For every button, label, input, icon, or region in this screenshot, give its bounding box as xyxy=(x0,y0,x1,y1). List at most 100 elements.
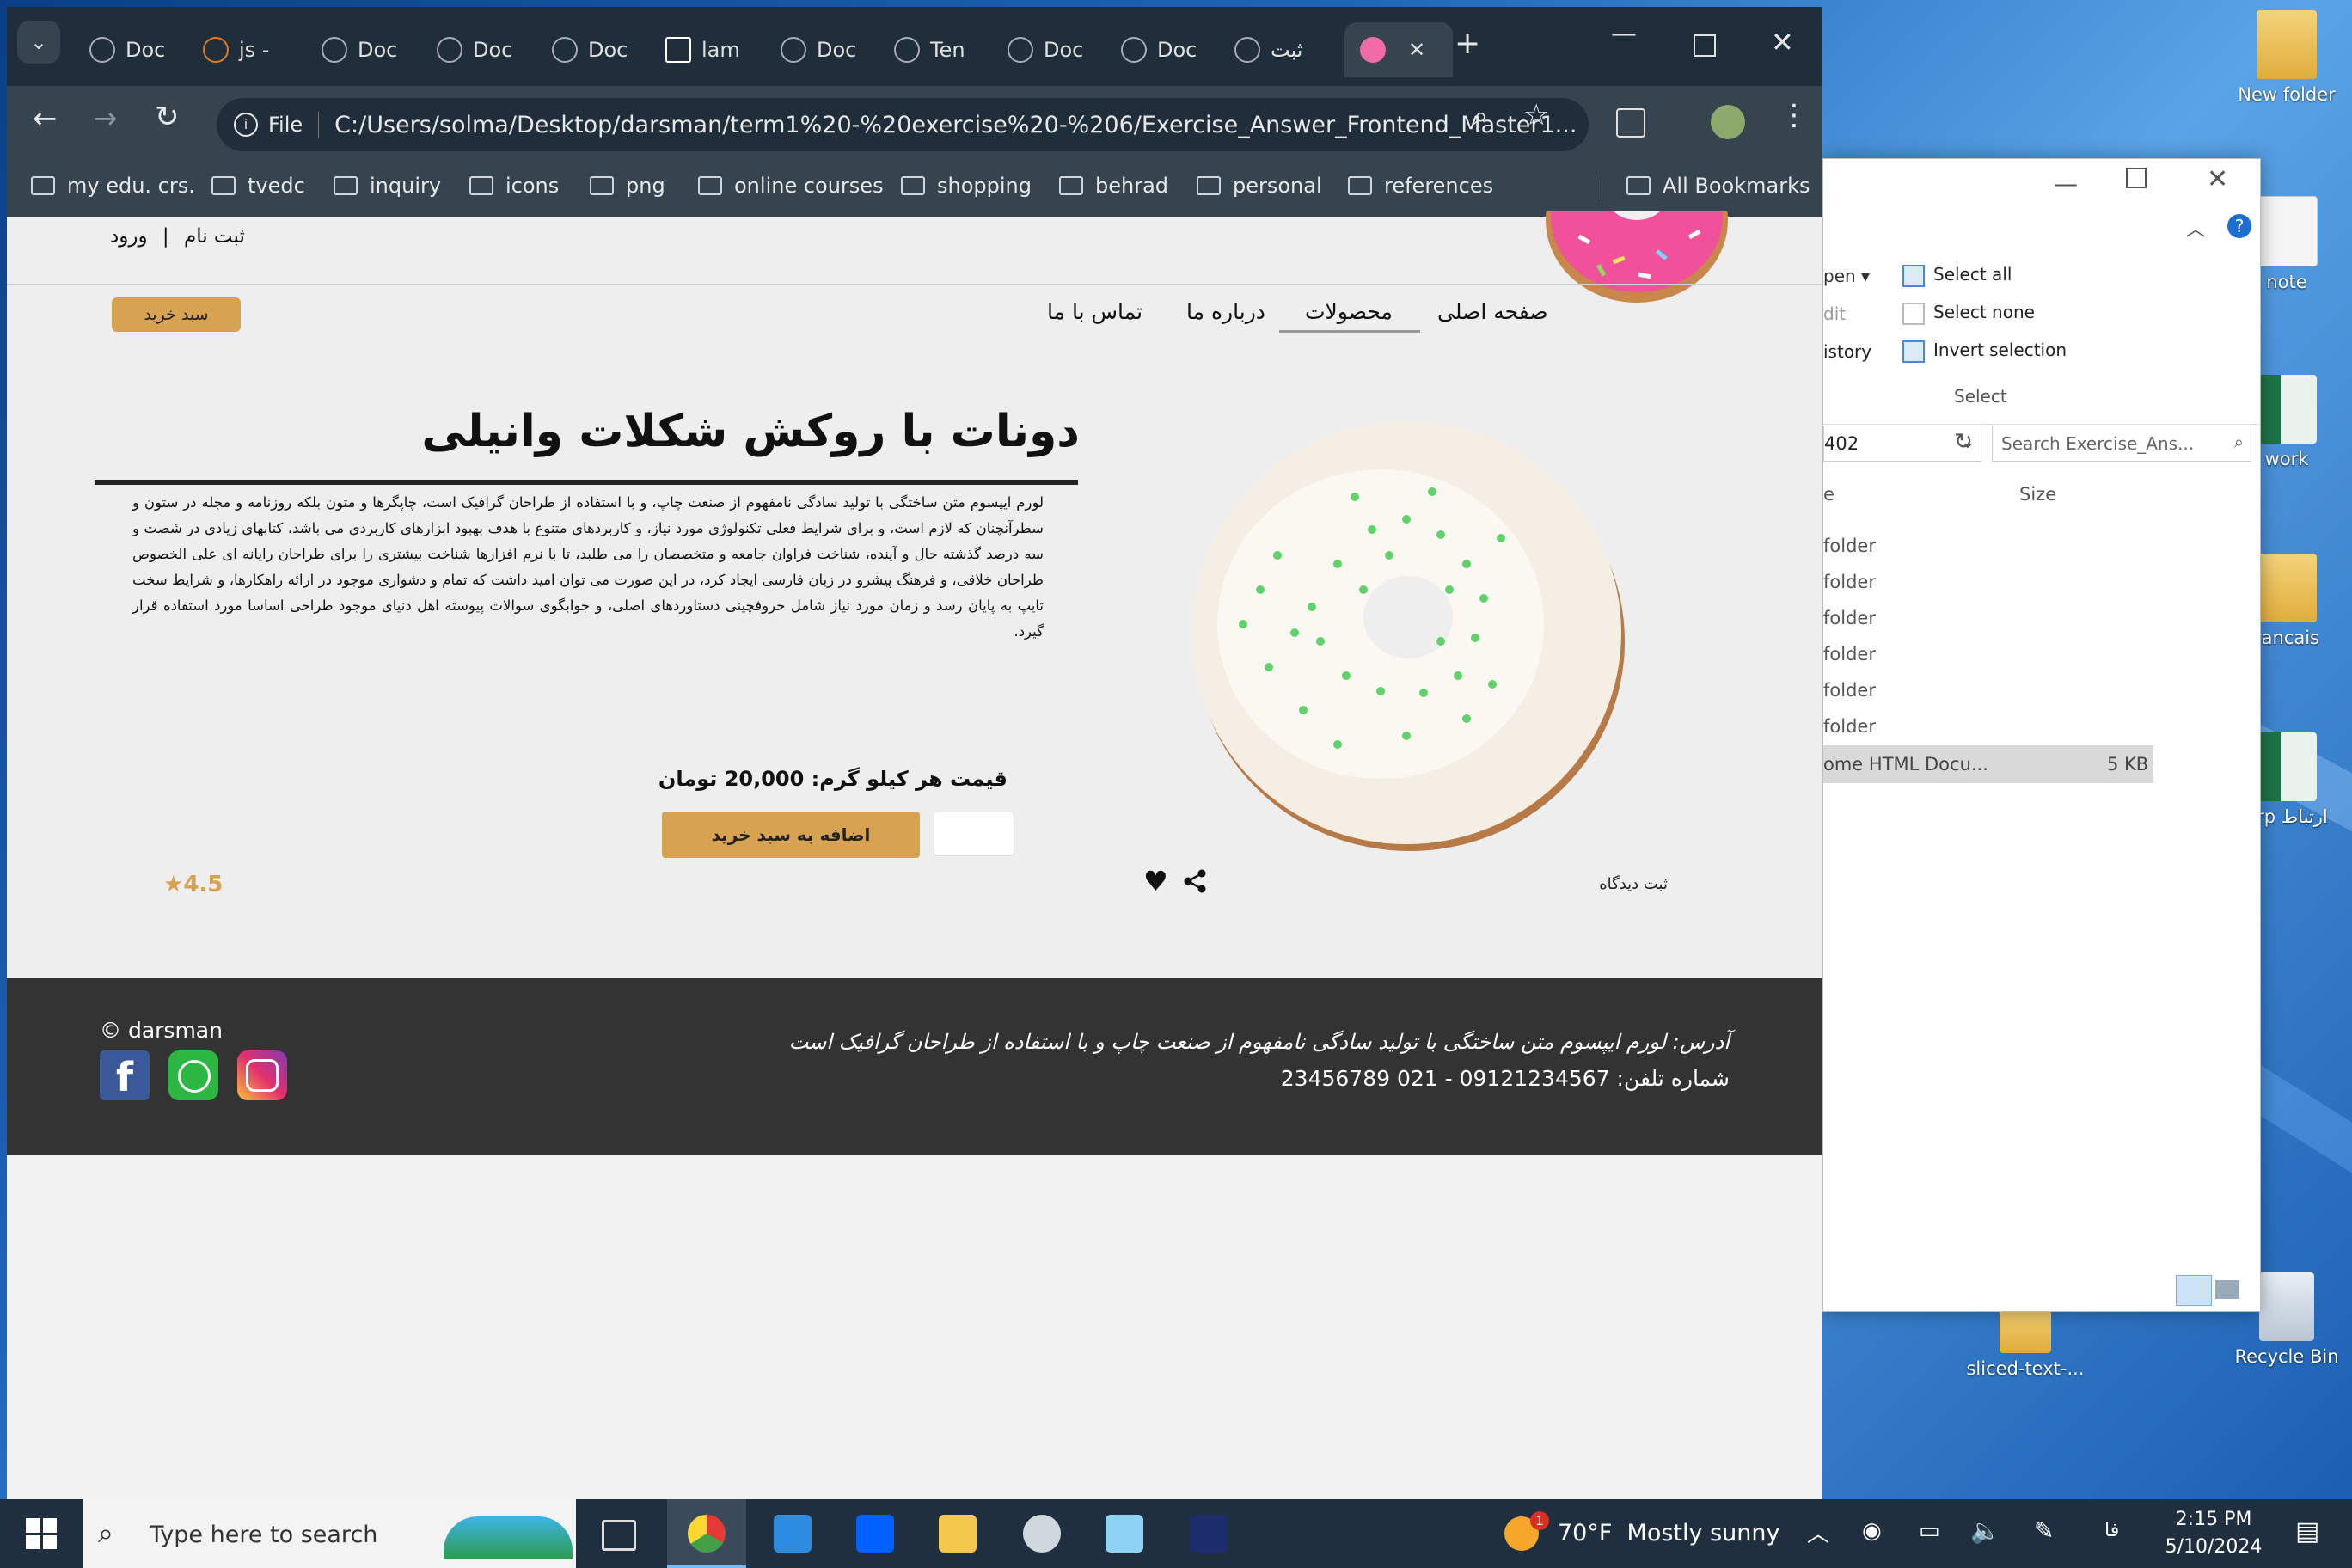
bookmark-star-icon[interactable]: ☆ xyxy=(1523,98,1549,132)
tab-item[interactable]: Doc xyxy=(89,22,165,77)
maximize-icon[interactable] xyxy=(2126,168,2147,188)
new-tab-icon[interactable]: + xyxy=(1455,26,1480,61)
pdf-pro-icon[interactable] xyxy=(1190,1515,1228,1553)
tab-item[interactable]: Doc xyxy=(322,22,397,77)
facebook-icon[interactable]: f xyxy=(100,1050,150,1100)
add-to-cart-button[interactable]: اضافه به سبد خرید xyxy=(662,812,920,858)
donut-logo[interactable] xyxy=(1544,211,1730,306)
whatsapp-icon[interactable] xyxy=(168,1050,218,1100)
collapse-ribbon-icon[interactable]: ︿ xyxy=(2186,214,2205,242)
info-icon[interactable]: i xyxy=(234,113,258,137)
tab-item[interactable]: Ten xyxy=(894,22,965,77)
forward-icon[interactable]: → xyxy=(93,101,118,136)
nav-about[interactable]: درباره ما xyxy=(1186,299,1265,324)
reload-icon[interactable]: ↻ xyxy=(155,100,180,134)
tab-item[interactable]: Doc xyxy=(437,22,512,77)
bookmark-item[interactable]: references xyxy=(1348,174,1493,198)
desktop-icon-new-folder[interactable]: New folder xyxy=(2226,10,2347,105)
tab-item[interactable]: Doc xyxy=(552,22,628,77)
all-bookmarks[interactable]: All Bookmarks xyxy=(1626,174,1810,198)
tab-item[interactable]: ثبت xyxy=(1234,22,1303,77)
bookmark-item[interactable]: icons xyxy=(469,174,559,198)
bookmark-item[interactable]: inquiry xyxy=(334,174,441,198)
address-bar[interactable]: i File C:/Users/solma/Desktop/darsman/te… xyxy=(217,98,1589,151)
taskbar-chrome[interactable] xyxy=(667,1499,746,1568)
register-link[interactable]: ثبت نام xyxy=(184,225,245,248)
weather-text[interactable]: 70°F Mostly sunny xyxy=(1558,1520,1779,1547)
bookmark-item[interactable]: my edu. crs. xyxy=(31,174,195,198)
notepad-icon[interactable] xyxy=(1106,1515,1143,1553)
notifications-icon[interactable]: ▤ xyxy=(2295,1516,2319,1547)
volume-icon[interactable]: 🔈 xyxy=(1970,1516,2000,1545)
minimize-icon[interactable]: — xyxy=(1611,19,1637,49)
share-icon[interactable] xyxy=(1183,868,1209,894)
tab-item-active[interactable]: ✕ xyxy=(1344,22,1453,77)
selected-file-row[interactable]: ome HTML Docu... 5 KB xyxy=(1823,745,2153,783)
desktop-icon-sliced-text[interactable]: sliced-text-... xyxy=(1965,1302,2086,1379)
menu-kebab-icon[interactable]: ⋮ xyxy=(1779,98,1809,132)
refresh-icon[interactable]: ↻ xyxy=(1954,429,1973,455)
avatar[interactable] xyxy=(1711,105,1745,139)
ribbon-history[interactable]: istory xyxy=(1823,341,1871,362)
task-view-icon[interactable] xyxy=(602,1520,636,1551)
battery-icon[interactable]: ▭ xyxy=(1919,1518,1940,1544)
start-button[interactable] xyxy=(26,1518,57,1549)
search-input[interactable]: Search Exercise_Ans... ⌕ xyxy=(1992,426,2251,462)
maximize-icon[interactable] xyxy=(1694,34,1716,57)
clock[interactable]: 2:15 PM 5/10/2024 xyxy=(2149,1506,2278,1561)
tab-close-icon[interactable]: ✕ xyxy=(1408,38,1425,62)
tab-item[interactable]: Doc xyxy=(1121,22,1197,77)
login-link[interactable]: ورود xyxy=(110,225,148,248)
tab-item[interactable]: Doc xyxy=(781,22,856,77)
camera-icon[interactable]: ◉ xyxy=(1862,1518,1882,1544)
nav-products[interactable]: محصولات xyxy=(1305,299,1393,324)
add-comment-link[interactable]: ثبت دیدگاه xyxy=(1599,875,1668,893)
zoom-icon[interactable]: ⌕ xyxy=(1473,101,1488,132)
invert-selection-button[interactable]: Invert selection xyxy=(1902,340,2067,363)
thumbnail-view-icon[interactable] xyxy=(2215,1280,2239,1299)
tab-search-icon[interactable]: ⌄ xyxy=(17,21,60,64)
nav-contact[interactable]: تماس با ما xyxy=(1047,299,1142,324)
list-item[interactable]: folder xyxy=(1823,716,1876,737)
bookmark-item[interactable]: behrad xyxy=(1059,174,1168,198)
close-icon[interactable]: ✕ xyxy=(1771,26,1794,58)
list-item[interactable]: folder xyxy=(1823,536,1876,556)
taskbar-search-input[interactable]: ⌕ Type here to search xyxy=(83,1499,576,1568)
help-icon[interactable]: ? xyxy=(2227,214,2251,238)
bookmark-item[interactable]: shopping xyxy=(901,174,1032,198)
list-item[interactable]: folder xyxy=(1823,608,1876,628)
column-size-header[interactable]: Size xyxy=(2019,484,2056,505)
ribbon-edit[interactable]: dit xyxy=(1823,303,1846,324)
close-icon[interactable]: ✕ xyxy=(2207,164,2228,194)
list-item[interactable]: folder xyxy=(1823,572,1876,592)
heart-icon[interactable]: ♥ xyxy=(1143,865,1168,897)
file-explorer-icon[interactable] xyxy=(939,1515,977,1553)
cart-button[interactable]: سبد خرید xyxy=(112,297,241,332)
bookmark-item[interactable]: png xyxy=(590,174,665,198)
tab-item[interactable]: lam xyxy=(665,22,740,77)
ribbon-open[interactable]: pen ▾ xyxy=(1823,266,1870,286)
extensions-icon[interactable] xyxy=(1616,108,1645,138)
tab-item[interactable]: js - xyxy=(203,22,269,77)
select-none-button[interactable]: Select none xyxy=(1902,302,2035,325)
select-all-button[interactable]: Select all xyxy=(1902,264,2012,287)
column-name-header[interactable]: e xyxy=(1823,484,1834,505)
pen-icon[interactable]: ✎ xyxy=(2034,1516,2054,1545)
paint-icon[interactable] xyxy=(1023,1515,1061,1553)
nav-home[interactable]: صفحه اصلی xyxy=(1437,299,1548,324)
list-item[interactable]: folder xyxy=(1823,644,1876,665)
tab-item[interactable]: Doc xyxy=(1008,22,1083,77)
laptop-app-icon[interactable] xyxy=(774,1515,812,1553)
bookmark-item[interactable]: personal xyxy=(1197,174,1322,198)
minimize-icon[interactable]: — xyxy=(2054,169,2078,198)
chevron-up-icon[interactable]: ︿ xyxy=(1807,1516,1829,1548)
bookmark-item[interactable]: tvedc xyxy=(211,174,305,198)
language-indicator[interactable]: فا xyxy=(2104,1520,2119,1541)
bookmark-item[interactable]: online courses xyxy=(698,174,884,198)
details-view-icon[interactable] xyxy=(2176,1275,2212,1306)
dropbox-icon[interactable] xyxy=(856,1515,894,1553)
quantity-input[interactable] xyxy=(934,812,1014,856)
back-icon[interactable]: ← xyxy=(33,101,58,136)
instagram-icon[interactable] xyxy=(237,1050,287,1100)
list-item[interactable]: folder xyxy=(1823,680,1876,701)
